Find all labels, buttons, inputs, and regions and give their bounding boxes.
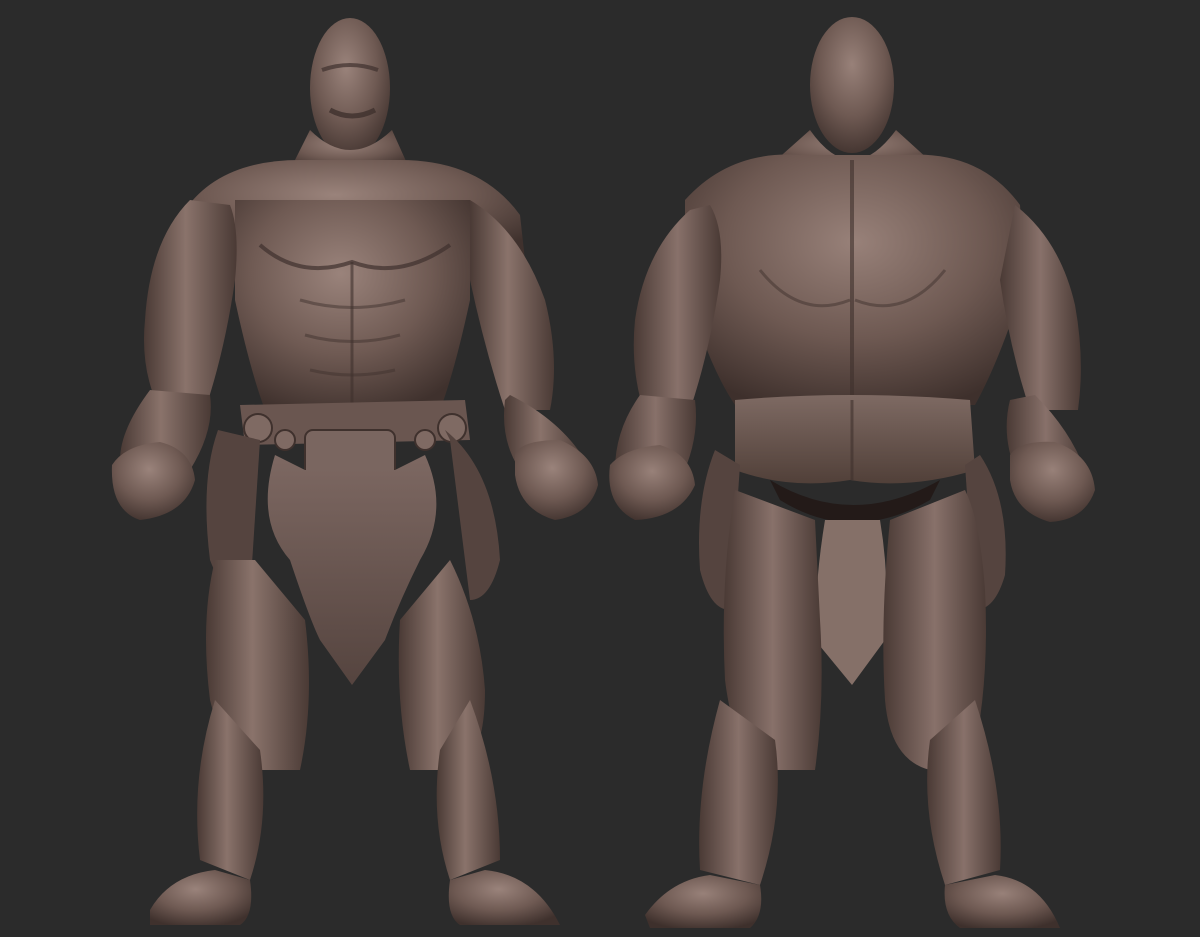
back-right-foot xyxy=(944,875,1060,928)
sculpt-viewport[interactable] xyxy=(0,0,1200,937)
belt-stud-mid-left xyxy=(274,429,296,451)
front-view-render xyxy=(111,18,598,925)
back-view-render xyxy=(609,17,1095,928)
back-view-figure xyxy=(600,0,1200,937)
back-left-foot xyxy=(645,875,762,928)
left-fist xyxy=(111,442,195,520)
right-foot xyxy=(448,870,560,925)
left-upper-arm xyxy=(144,200,237,410)
back-armor-belt xyxy=(735,395,975,484)
left-foot xyxy=(150,870,252,925)
back-right-upper-arm xyxy=(1000,205,1081,410)
back-loincloth xyxy=(815,520,887,685)
belt-stud-mid-right xyxy=(414,429,436,451)
front-view-figure xyxy=(0,0,600,937)
back-head xyxy=(810,17,894,153)
back-torso xyxy=(685,154,1025,405)
back-right-fist xyxy=(1010,441,1095,522)
back-left-upper-arm xyxy=(633,205,722,415)
right-fist xyxy=(515,440,598,520)
head xyxy=(310,18,390,158)
